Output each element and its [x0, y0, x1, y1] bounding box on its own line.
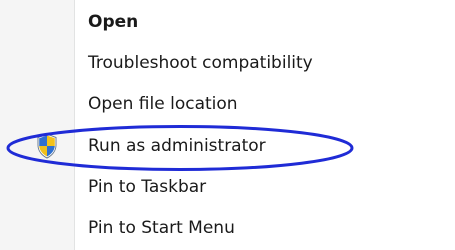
menu-item-run-as-administrator[interactable]: Run as administrator [0, 126, 455, 166]
menu-item-label: Pin to Start Menu [88, 218, 235, 238]
uac-shield-icon [36, 133, 58, 159]
menu-item-pin-to-start-menu[interactable]: Pin to Start Menu [0, 208, 455, 248]
context-menu: Open Troubleshoot compatibility Open fil… [0, 0, 455, 250]
menu-item-troubleshoot-compatibility[interactable]: Troubleshoot compatibility [0, 43, 455, 83]
menu-item-label: Open file location [88, 94, 238, 114]
menu-item-label: Run as administrator [88, 136, 266, 156]
menu-item-open[interactable]: Open [0, 2, 455, 42]
menu-item-label: Pin to Taskbar [88, 177, 207, 197]
menu-item-label: Open [88, 12, 139, 32]
menu-item-pin-to-taskbar[interactable]: Pin to Taskbar [0, 167, 455, 207]
menu-item-label: Troubleshoot compatibility [88, 53, 313, 73]
menu-item-open-file-location[interactable]: Open file location [0, 84, 455, 124]
